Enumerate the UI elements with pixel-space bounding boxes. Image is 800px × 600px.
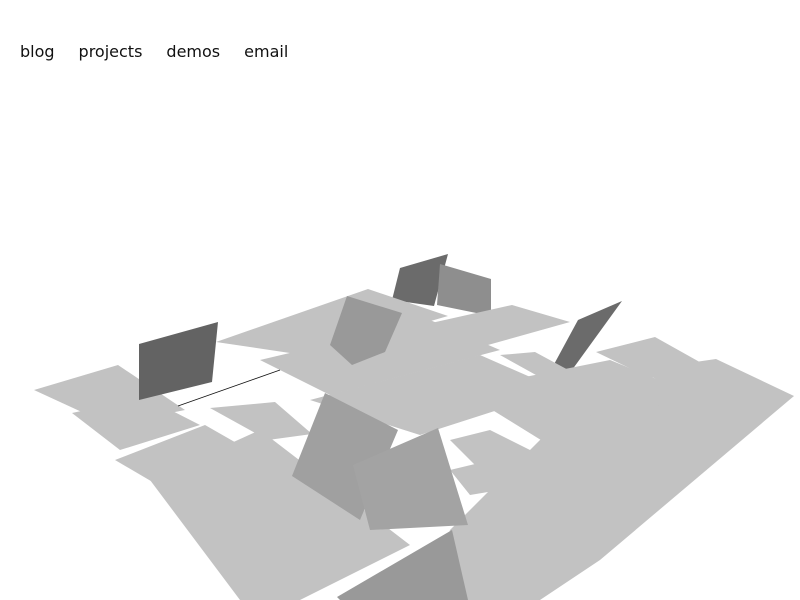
standing-slab-left bbox=[139, 322, 218, 400]
floor-tile bbox=[430, 395, 794, 600]
3d-maze-scene[interactable] bbox=[0, 0, 800, 600]
standing-slab-far-right bbox=[552, 301, 622, 370]
nav-link-projects[interactable]: projects bbox=[79, 42, 143, 62]
top-navigation: blog projects demos email bbox=[20, 42, 288, 62]
standing-slab-far-mid bbox=[437, 264, 491, 316]
nav-link-email[interactable]: email bbox=[244, 42, 288, 62]
nav-link-demos[interactable]: demos bbox=[166, 42, 220, 62]
nav-link-blog[interactable]: blog bbox=[20, 42, 55, 62]
